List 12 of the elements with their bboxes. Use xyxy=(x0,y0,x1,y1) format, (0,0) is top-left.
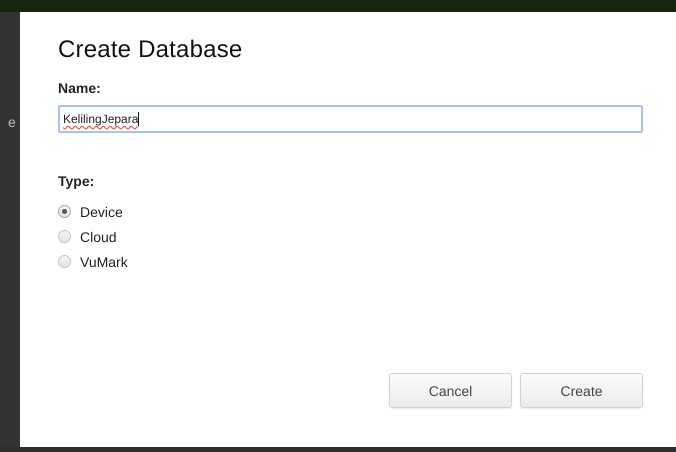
dialog-title: Create Database xyxy=(58,36,244,64)
radio-button[interactable] xyxy=(58,230,71,243)
name-label: Name: xyxy=(58,80,102,96)
create-button[interactable]: Create xyxy=(520,373,643,408)
radio-button[interactable] xyxy=(58,205,71,218)
radio-button[interactable] xyxy=(58,255,71,268)
radio-label: Cloud xyxy=(80,228,117,244)
type-label: Type: xyxy=(58,173,96,189)
side-text: e xyxy=(8,114,16,130)
radio-label: Device xyxy=(80,204,123,220)
cancel-button[interactable]: Cancel xyxy=(389,373,512,408)
radio-label: VuMark xyxy=(80,254,128,270)
